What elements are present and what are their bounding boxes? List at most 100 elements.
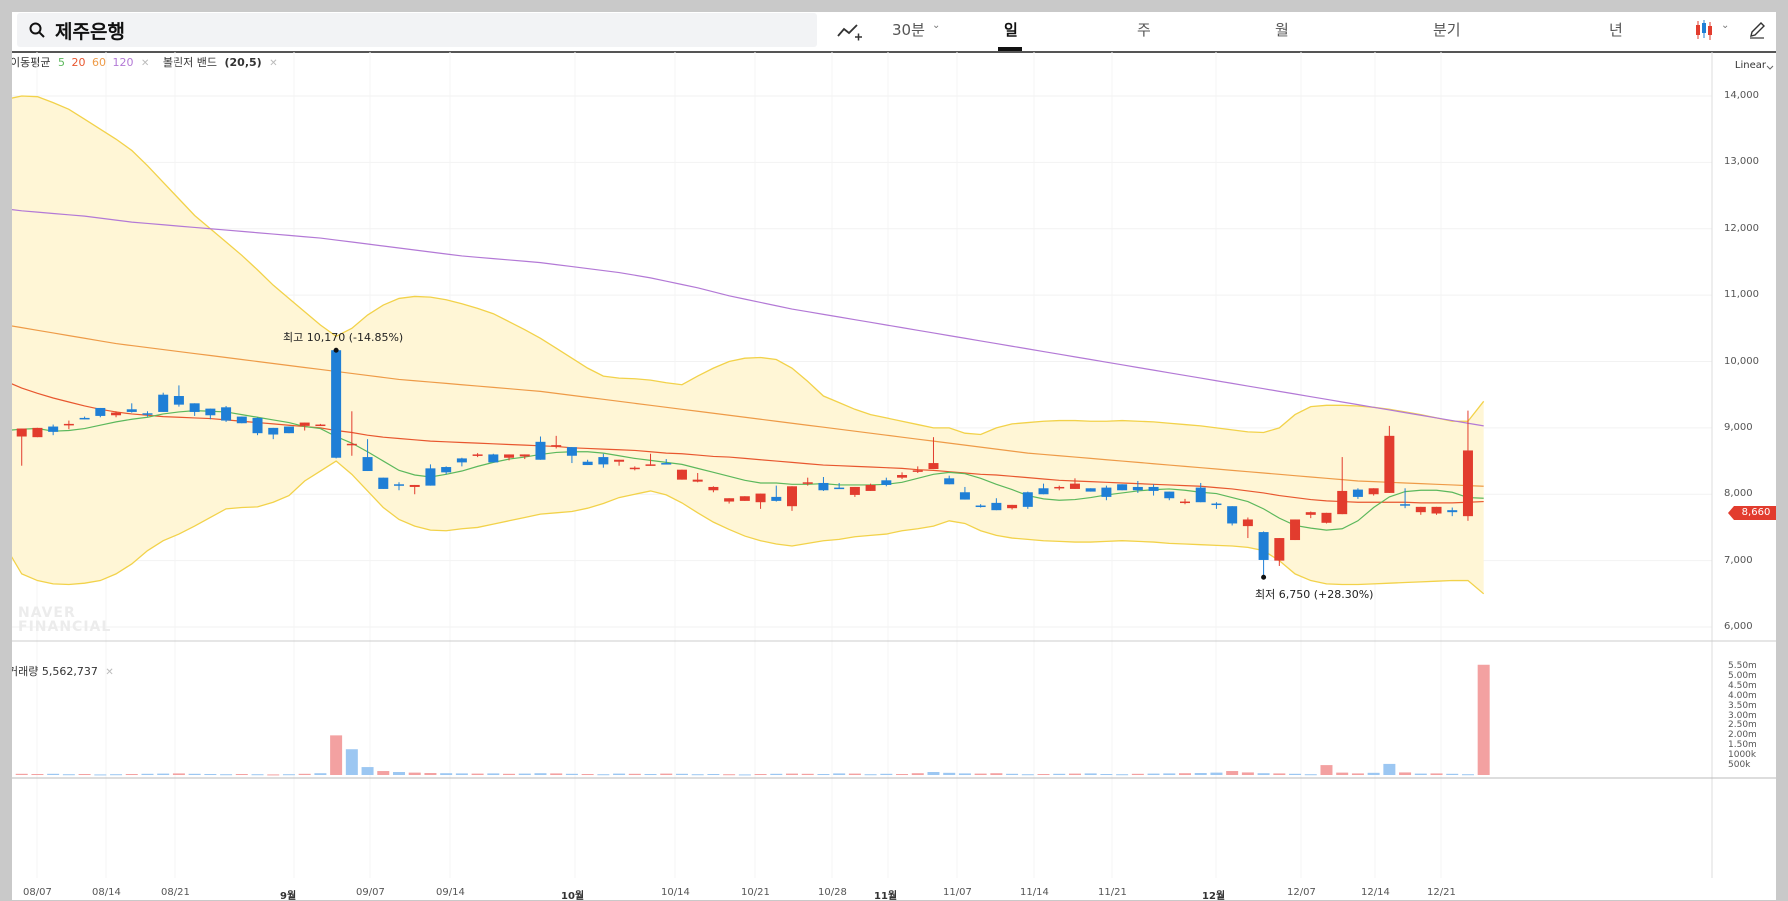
volume-bar [1210,772,1223,775]
candle-body [1022,492,1033,507]
candle-body [425,468,436,486]
candle-body [959,492,970,500]
volume-axis-label: 1.50m [1728,740,1757,751]
candle-body [944,478,955,485]
candle-body [991,502,1002,511]
candle-body [456,458,467,463]
price-chart[interactable] [12,12,1776,900]
candle-body [362,457,373,472]
volume-bar [424,773,437,775]
volume-axis-label: 3.50m [1728,700,1757,711]
candle-body [95,407,106,416]
candle-body [566,447,577,456]
volume-bar [157,773,170,775]
candle-body [142,413,153,415]
price-axis-label: 12,000 [1724,222,1759,234]
volume-axis-label: 2.00m [1728,730,1757,741]
candle-body [1290,519,1301,541]
volume-bar [660,773,673,775]
candle-body [79,417,90,420]
candle-body [897,475,908,478]
candle-body [1368,488,1379,495]
volume-bar [31,774,44,776]
candle-body [692,479,703,482]
candle-body [912,470,923,472]
volume-bar [1116,774,1129,776]
volume-axis-label: 500k [1728,760,1751,771]
candle-body [519,454,530,457]
time-axis-label: 08/14 [92,887,121,898]
time-axis-label: 10/14 [661,887,690,898]
candle-body [802,482,813,484]
volume-bar [440,773,453,775]
volume-bar [1241,772,1254,775]
time-axis-label: 11/21 [1098,887,1127,898]
candle-body [1227,506,1238,524]
candle-body [394,484,404,486]
candle-body [1274,538,1285,561]
volume-bar [817,774,830,776]
candle-body [346,443,357,446]
time-axis-label: 11월 [874,891,898,900]
volume-bar [1068,773,1081,775]
time-axis-label: 12/14 [1361,887,1390,898]
volume-bar [896,774,909,776]
volume-bar [1289,773,1302,775]
candle-body [598,457,609,465]
volume-label: 거래량 5,562,737 [12,665,98,678]
candle-body [236,416,247,424]
candle-body [32,427,43,438]
volume-bar [597,774,610,776]
candle-body [614,459,625,462]
candle-body [252,417,263,434]
volume-bar [1037,774,1050,776]
time-axis-label: 12/07 [1287,887,1316,898]
candle-body [331,350,342,458]
candle-body [1258,532,1269,560]
volume-bar [267,774,280,776]
volume-bar [1100,774,1113,776]
candle-body [1211,503,1222,506]
candle-body [724,498,735,502]
volume-axis-label: 1000k [1728,750,1757,761]
volume-bar [282,774,295,776]
volume-bar [1179,773,1191,775]
price-axis-label: 9,000 [1724,421,1753,433]
remove-volume-icon[interactable]: ✕ [105,667,113,678]
volume-bar [1320,765,1333,775]
volume-axis-label: 4.00m [1728,690,1757,701]
candle-body [1321,512,1332,523]
time-axis-label: 08/21 [161,887,190,898]
volume-bar [1273,773,1286,775]
candle-body [928,463,939,470]
price-axis-label: 11,000 [1724,289,1759,301]
volume-bar [110,774,123,776]
volume-bar [220,774,233,776]
volume-bar [1257,773,1270,775]
time-axis-label: 09/07 [356,887,385,898]
volume-bar [1383,763,1396,775]
candle-body [1148,486,1159,491]
candle-body [1415,506,1426,513]
volume-bar [1336,772,1349,775]
volume-bar [1131,773,1144,775]
volume-bar [1477,664,1490,775]
volume-bar [377,771,390,775]
time-axis-label: 9월 [280,891,297,900]
candle-body [1447,510,1458,513]
volume-bar [471,773,484,775]
time-axis-label: 10/28 [818,887,847,898]
time-axis-label: 09/14 [436,887,465,898]
volume-bar [943,772,956,775]
candle-body [48,426,59,432]
candle-body [676,469,687,480]
volume-axis-label: 4.50m [1728,680,1757,691]
volume-bar [251,774,264,776]
volume-bar [864,774,877,776]
volume-bar [848,773,861,775]
candle-body [865,484,876,491]
candle-body [472,454,483,456]
price-axis-label: 14,000 [1724,90,1759,101]
volume-bar [1430,773,1443,775]
candle-body [268,427,279,435]
